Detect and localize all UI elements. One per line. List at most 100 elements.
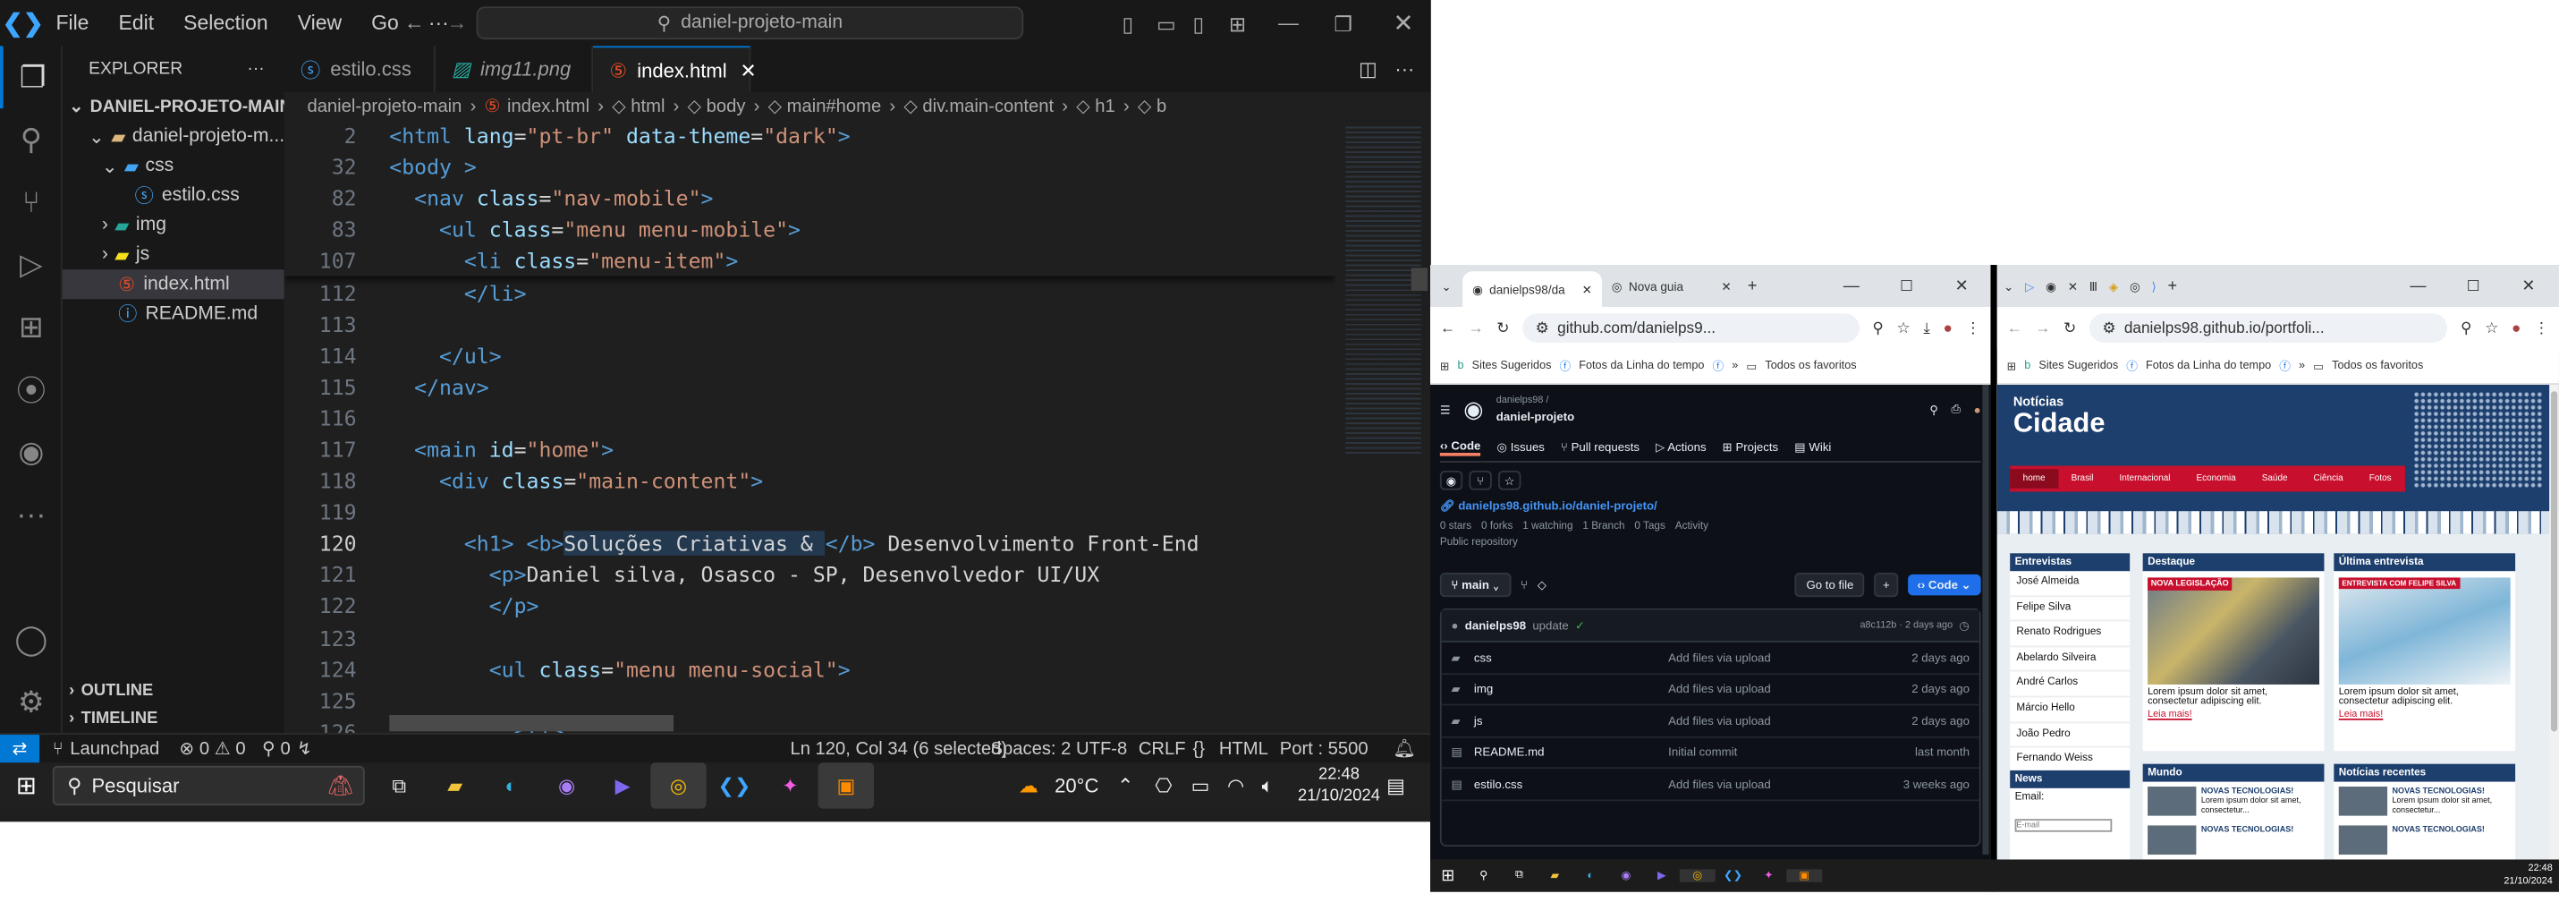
stat-activity[interactable]: Activity	[1675, 521, 1708, 532]
history-icon[interactable]: ◷	[1959, 618, 1970, 633]
profile-avatar-icon[interactable]: ●	[1944, 319, 1953, 337]
layout-icon[interactable]: ⊞	[1229, 11, 1246, 36]
entrevista-item[interactable]: Fernando Weiss	[2010, 748, 2131, 774]
email-input[interactable]	[2014, 819, 2113, 832]
facebook-icon[interactable]: ⓕ	[1713, 358, 1724, 374]
search-icon[interactable]: ⚲	[0, 108, 63, 171]
file-commit-msg[interactable]: Add files via upload	[1668, 650, 1911, 664]
code-line[interactable]: 112 </li>	[284, 277, 1335, 308]
taskbar-clock-2[interactable]: 22:48 21/10/2024	[2504, 863, 2552, 889]
bookmark-item[interactable]: Sites Sugeridos	[1472, 361, 1552, 372]
code-line[interactable]: 32 <body >	[284, 151, 1335, 183]
stat-forks[interactable]: 0 forks	[1481, 521, 1513, 532]
tab-new-tab[interactable]: ◎ Nova guia ✕	[1602, 278, 1741, 293]
maximize-icon[interactable]: ☐	[1900, 277, 1913, 295]
battery-icon[interactable]: ▭	[1191, 774, 1210, 797]
horizontal-scrollbar[interactable]	[389, 714, 674, 732]
apps-grid-icon[interactable]: ⊞	[1440, 360, 1450, 373]
minimize-icon[interactable]: —	[1278, 12, 1299, 35]
back-arrow-icon[interactable]: ←	[404, 12, 425, 35]
file-name[interactable]: js	[1474, 713, 1668, 728]
code-line[interactable]: 118 <div class="main-content">	[284, 465, 1335, 497]
stat-watching[interactable]: 1 watching	[1522, 521, 1572, 532]
entrevista-item[interactable]: João Pedro	[2010, 723, 2131, 748]
breadcrumb-item[interactable]: index.html	[507, 96, 589, 115]
code-line[interactable]: 125	[284, 685, 1335, 716]
tree-item[interactable]: ⑤ index.html	[62, 269, 284, 300]
nav-ciencia[interactable]: Ciência	[2301, 469, 2356, 489]
code-editor[interactable]: 2 <html lang="pt-br" data-theme="dark"> 32…	[284, 120, 1336, 733]
entrevista-item[interactable]: Felipe Silva	[2010, 596, 2131, 622]
tab-close-icon[interactable]: ✕	[2068, 278, 2078, 293]
bookmark-item[interactable]: Todos os favoritos	[2332, 361, 2423, 372]
site-info-icon[interactable]: ⚙	[1536, 319, 1549, 337]
close-icon[interactable]: ✕	[1394, 8, 1414, 38]
tab-favicon-icon[interactable]: Ⅲ	[2089, 278, 2097, 293]
vscode-taskbar-icon[interactable]: ❮❯	[707, 762, 762, 808]
close-icon[interactable]: ✕	[1955, 277, 1969, 295]
inbox-icon[interactable]: ⎙	[1952, 401, 1962, 417]
tree-item[interactable]: ⓢ estilo.css	[63, 181, 284, 210]
file-commit-msg[interactable]: Add files via upload	[1668, 777, 1903, 791]
tab-close-icon[interactable]: ✕	[740, 58, 756, 81]
tab-close-icon[interactable]: ✕	[1582, 282, 1592, 296]
code-line[interactable]: 83 <ul class="menu menu-mobile">	[284, 214, 1335, 245]
sandbox-icon[interactable]: ▣	[818, 762, 875, 809]
nav-actions[interactable]: ▷ Actions	[1656, 440, 1706, 455]
menu-file[interactable]: File	[55, 12, 89, 35]
omnibox[interactable]: ⚙ danielps98.github.io/portfoli...	[2089, 313, 2448, 343]
stat-stars[interactable]: 0 stars	[1440, 521, 1471, 532]
windows-start-icon[interactable]: ⊞	[1430, 867, 1466, 885]
nav-economia[interactable]: Economia	[2183, 469, 2249, 489]
forward-arrow-icon[interactable]: →	[447, 12, 468, 35]
repo-name[interactable]: daniel-projeto	[1496, 409, 1574, 423]
task-view-icon[interactable]: ⧉	[1502, 869, 1538, 881]
github-logo-icon[interactable]: ◉	[1463, 396, 1483, 423]
zoom-icon[interactable]: ⚲	[1872, 319, 1884, 337]
edge-icon[interactable]: ◐	[1572, 870, 1608, 881]
menu-more[interactable]: ···	[428, 12, 449, 35]
tree-item[interactable]: › ▰ img	[63, 210, 284, 240]
github-icon[interactable]: ◉	[0, 421, 63, 483]
more-bookmarks-icon[interactable]: »	[1732, 361, 1738, 372]
tab-favicon-icon[interactable]: ◎	[2130, 278, 2140, 293]
add-file-button[interactable]: +	[1874, 572, 1898, 597]
settings-gear-icon[interactable]: ⚙	[0, 670, 63, 733]
status-cursor[interactable]: Ln 120, Col 34 (6 selected)	[790, 739, 1007, 759]
stat-branches[interactable]: 1 Branch	[1582, 521, 1624, 532]
scrollbar-thumb[interactable]	[2550, 391, 2558, 732]
file-row[interactable]: ▤ README.md Initial commit last month	[1441, 737, 1979, 770]
ultima-image[interactable]: ENTREVISTA COM FELIPE SILVA	[2338, 577, 2511, 685]
file-explorer-icon[interactable]: ▰	[1537, 869, 1572, 882]
maximize-icon[interactable]: ☐	[2467, 277, 2480, 295]
nav-fotos[interactable]: Fotos	[2356, 469, 2404, 489]
volume-icon[interactable]: 🔈︎	[1262, 773, 1274, 798]
bell-icon[interactable]: 🔔︎	[1394, 738, 1417, 760]
file-commit-msg[interactable]: Initial commit	[1668, 745, 1915, 759]
breadcrumb-item[interactable]: div.main-content	[922, 96, 1054, 115]
bookmark-star-icon[interactable]: ☆	[2485, 319, 2498, 337]
tree-item[interactable]: ⌄ ▰ daniel-projeto-m...	[63, 122, 284, 151]
bookmark-item[interactable]: Fotos da Linha do tempo	[2146, 361, 2271, 372]
star-icon[interactable]: ☆	[1498, 470, 1521, 490]
tab-favicon-icon[interactable]: ◈	[2109, 278, 2118, 293]
tray-app-icon[interactable]: ⎔	[1155, 774, 1172, 797]
code-line[interactable]: 122 </p>	[284, 591, 1335, 622]
recentes-item[interactable]: NOVAS TECNOLOGIAS!	[2334, 821, 2515, 859]
run-debug-icon[interactable]: ▷	[0, 234, 63, 296]
status-port[interactable]: Port : 5500	[1280, 739, 1368, 759]
branches-icon[interactable]: ⑂	[1521, 577, 1528, 591]
tab-img11-png[interactable]: ▨ img11.png	[436, 46, 594, 92]
edge-icon[interactable]: ◐	[483, 762, 538, 808]
nav-projects[interactable]: ⊞ Projects	[1723, 440, 1778, 455]
menu-view[interactable]: View	[298, 12, 342, 35]
minimap[interactable]	[1335, 120, 1431, 734]
chrome-icon[interactable]: ◎	[1679, 869, 1716, 882]
user-avatar-icon[interactable]: ●	[1974, 402, 1981, 416]
file-row[interactable]: ▰ js Add files via upload 2 days ago	[1441, 705, 1979, 737]
windows-start-icon[interactable]: ⊞	[0, 770, 53, 800]
editor-more-icon[interactable]: ···	[1394, 57, 1414, 81]
ultima-read-more[interactable]: Leia mais!	[2334, 711, 2515, 720]
app-icon[interactable]: ▶	[1644, 869, 1680, 882]
tab-close-icon[interactable]: ✕	[1721, 278, 1731, 293]
